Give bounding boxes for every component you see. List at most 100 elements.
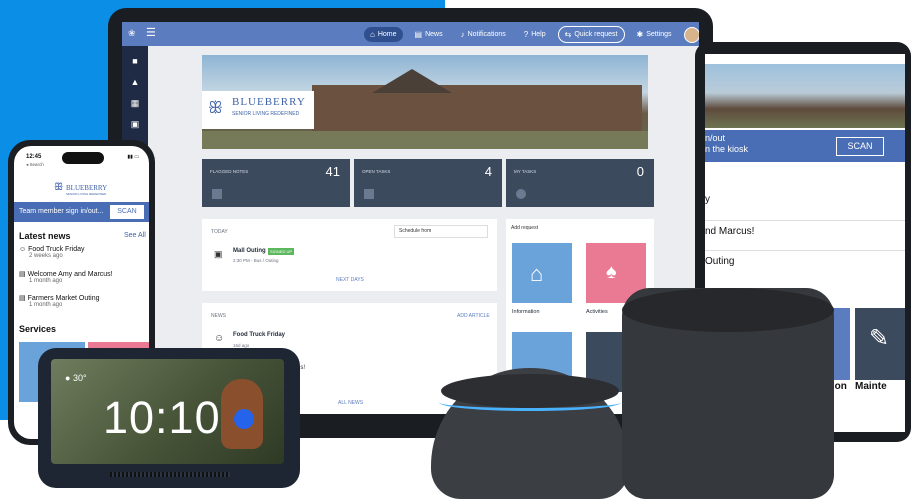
nav-home[interactable]: ⌂ Home — [364, 27, 403, 42]
tablet-scan-text: n/out n the kiosk — [705, 133, 748, 155]
stat-label: MY TASKS — [514, 169, 537, 174]
list-item[interactable]: ▤ Farmers Market Outing 1 month ago — [19, 294, 147, 308]
stat-value: 4 — [484, 164, 492, 179]
brand-logo: ꕥ BLUEBERRY SENIOR LIVING REDEFINED — [202, 91, 314, 129]
item-title: ▤ Farmers Market Outing — [19, 294, 147, 302]
checkbox-icon — [364, 189, 374, 199]
calendar-icon[interactable]: ▣ — [129, 118, 141, 130]
building-icon: ⌂ — [530, 261, 544, 286]
brand-name: BLUEBERRY — [232, 96, 306, 108]
add-request-select[interactable]: Add request — [511, 225, 538, 231]
services-heading: Services — [19, 324, 57, 334]
today-header: TODAY — [211, 229, 228, 235]
smart-display-device: ● 30° 10:10 — [38, 348, 300, 488]
all-news-link[interactable]: ALL NEWS — [338, 400, 363, 406]
item-title-text: Food Truck Friday — [28, 246, 85, 253]
nav-news-label: News — [425, 31, 443, 38]
information-tile[interactable]: ⌂ — [512, 243, 572, 303]
bus-icon: ▣ — [214, 249, 223, 259]
nav-help-label: Help — [531, 31, 546, 38]
quick-request-icon: ⇆ — [564, 30, 572, 39]
menu-icon[interactable]: ☰ — [146, 26, 156, 39]
home-icon: ⌂ — [370, 30, 375, 39]
scan-text: Team member sign in/out... — [19, 208, 104, 215]
quick-request-button[interactable]: ⇆ Quick request — [557, 26, 625, 43]
item-title-text: Welcome Amy and Marcus! — [27, 271, 113, 278]
status-badge: SIGNED UP — [268, 248, 295, 255]
news-item-title[interactable]: Food Truck Friday — [233, 332, 285, 338]
event-title[interactable]: Mall Outing — [233, 248, 266, 254]
large-smart-speaker — [622, 288, 834, 499]
stat-flagged-notes[interactable]: FLAGGED NOTES 41 — [202, 159, 350, 207]
quick-request-label: Quick request — [574, 31, 618, 38]
small-smart-speaker — [431, 368, 629, 499]
tile-label: Information — [512, 309, 540, 315]
blueberry-logo-icon: ꕥ — [54, 182, 64, 193]
stat-label: OPEN TASKS — [362, 169, 391, 174]
list-item[interactable]: ☺ Food Truck Friday 2 weeks ago — [19, 246, 147, 259]
speaker-top — [622, 288, 834, 332]
nav-news[interactable]: ▤ News — [409, 27, 449, 42]
tile-label: Mainte — [855, 381, 887, 392]
battery-icon: ▮▮ ▭ — [127, 154, 139, 160]
nav-notifications[interactable]: ♪ Notifications — [455, 27, 512, 42]
light-ring — [439, 394, 621, 411]
document-icon: ▤ — [19, 271, 28, 278]
bell-icon: ♪ — [460, 30, 465, 39]
smart-display-screen: ● 30° 10:10 — [51, 359, 284, 464]
brand-tagline: SENIOR LIVING REDEFINED — [232, 111, 300, 117]
blueberry-logo-icon: ꕥ — [208, 100, 223, 117]
scan-text-line: n the kiosk — [705, 144, 749, 154]
next-days-link[interactable]: NEXT DAYS — [336, 277, 364, 283]
item-title: ▤ Welcome Amy and Marcus! — [19, 270, 147, 278]
document-icon: ▤ — [19, 295, 28, 302]
phone-scan-bar: Team member sign in/out... SCAN — [14, 202, 149, 222]
app-logo-icon[interactable]: ❀ — [128, 28, 136, 39]
nav-help[interactable]: ? Help — [518, 27, 552, 42]
smiley-icon: ☺ — [19, 246, 29, 253]
nav-settings[interactable]: ✱ Settings — [631, 27, 678, 42]
user-icon — [516, 189, 526, 199]
nav-menu: ⌂ Home ▤ News ♪ Notifications ? Help ⇆ Quick … — [364, 26, 699, 43]
nav-settings-label: Settings — [646, 31, 672, 38]
back-search-link[interactable]: ◂ Search — [26, 162, 44, 168]
item-title-text: Farmers Market Outing — [27, 295, 100, 302]
list-item[interactable]: y — [705, 194, 905, 221]
schedule-from-select[interactable]: Schedule from — [394, 225, 488, 238]
scan-button[interactable]: SCAN — [836, 137, 884, 156]
latest-news-heading: Latest news — [19, 231, 71, 241]
today-panel: TODAY Schedule from ▣ Mall Outing SIGNED… — [202, 219, 497, 291]
stat-value: 41 — [325, 164, 340, 179]
add-article-button[interactable]: ADD ARTICLE — [457, 313, 490, 319]
dashboard-icon[interactable]: ■ — [129, 55, 141, 67]
list-item[interactable]: Outing — [705, 256, 905, 276]
brand-tagline: SENIOR LIVING REDEFINED — [66, 192, 107, 196]
avatar[interactable] — [683, 26, 699, 43]
service-tile[interactable]: ✎ — [855, 308, 905, 380]
grid-icon[interactable]: ▦ — [129, 97, 141, 109]
building-icon[interactable]: ▲ — [129, 76, 141, 88]
item-subtitle: 2 weeks ago — [29, 253, 63, 259]
see-all-link[interactable]: See All — [124, 232, 146, 239]
nav-notifications-label: Notifications — [467, 31, 506, 38]
help-icon: ? — [523, 30, 529, 39]
dynamic-island — [62, 152, 104, 164]
tablet-scan-bar: n/out n the kiosk SCAN — [705, 130, 905, 162]
building-roof — [372, 69, 452, 93]
flag-icon — [212, 189, 222, 199]
scan-button[interactable]: SCAN — [110, 205, 144, 219]
top-navigation-bar: ❀ ☰ ⌂ Home ▤ News ♪ Notifications ? Help ⇆ Qu… — [122, 22, 699, 46]
building-image — [312, 85, 642, 131]
temperature: 30° — [72, 373, 87, 383]
cards-icon: ♠ — [606, 261, 617, 283]
gear-icon: ✱ — [636, 30, 644, 39]
item-subtitle: 1 month ago — [29, 302, 63, 308]
stat-my-tasks[interactable]: MY TASKS 0 — [506, 159, 654, 207]
stat-open-tasks[interactable]: OPEN TASKS 4 — [354, 159, 502, 207]
list-item[interactable]: ▤ Welcome Amy and Marcus! 1 month ago — [19, 270, 147, 284]
hero-banner: ꕥ BLUEBERRY SENIOR LIVING REDEFINED — [202, 55, 648, 149]
stat-label: FLAGGED NOTES — [210, 169, 249, 174]
list-item[interactable]: nd Marcus! — [705, 226, 905, 251]
brand-name: BLUEBERRY — [66, 184, 108, 192]
smiley-icon: ☺ — [214, 333, 225, 344]
